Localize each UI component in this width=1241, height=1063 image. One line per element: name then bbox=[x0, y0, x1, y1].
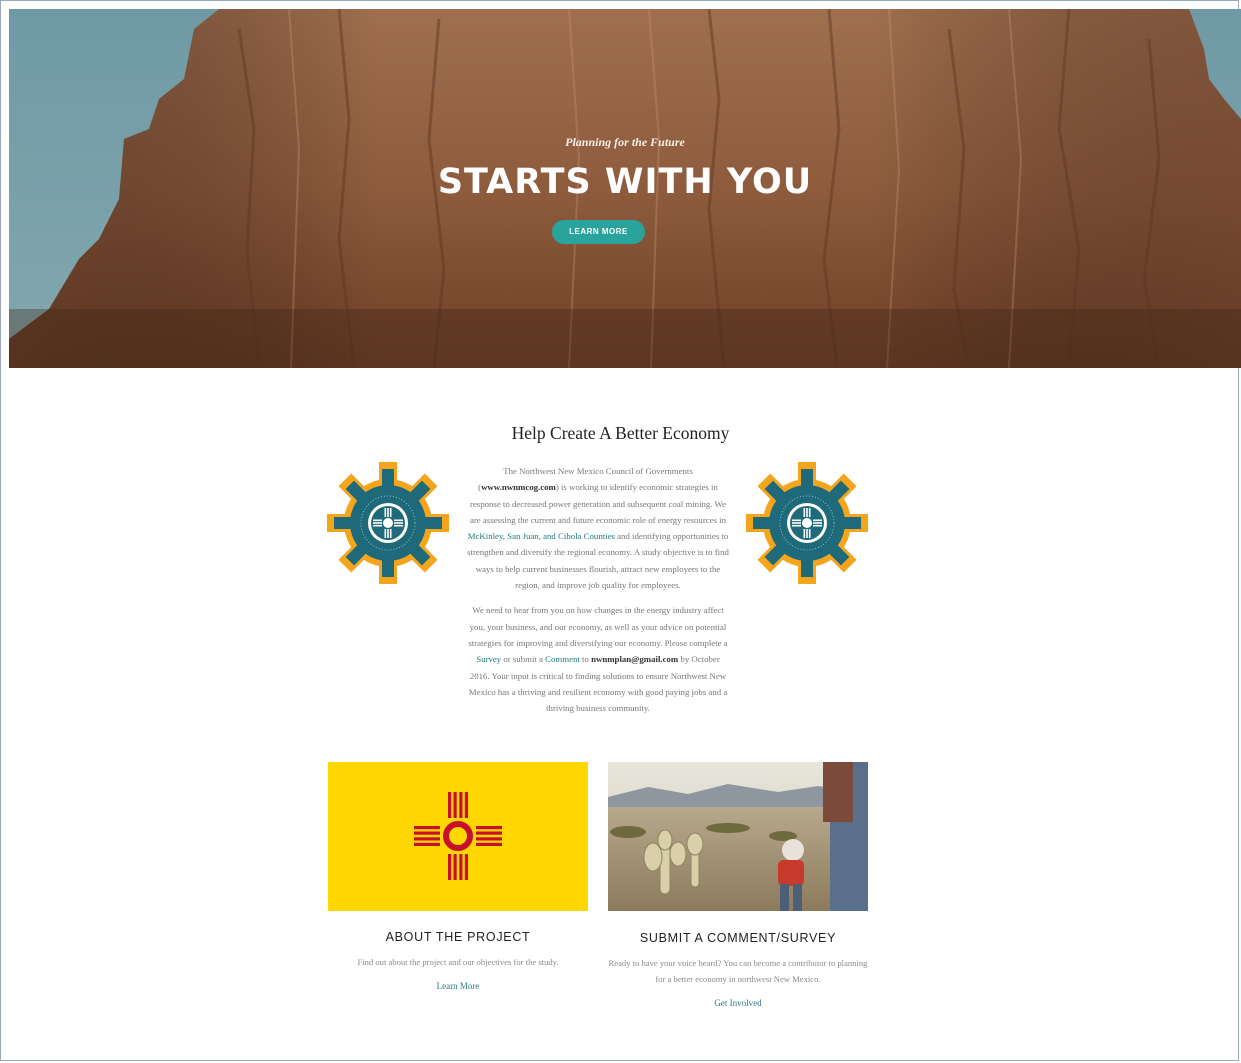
hero-banner: Planning for the Future STARTS WITH YOU … bbox=[9, 9, 1241, 368]
counties-link[interactable]: McKinley, San Juan, and Cibola Counties bbox=[468, 531, 615, 541]
intro-text-run: to bbox=[579, 654, 592, 665]
zia-gear-logo-icon bbox=[327, 462, 449, 584]
contact-email[interactable]: nwnmplan@gmail.com bbox=[591, 654, 678, 664]
desert-family-photo[interactable] bbox=[608, 762, 868, 911]
learn-more-button[interactable]: LEARN MORE bbox=[552, 220, 645, 244]
comment-link[interactable]: Comment bbox=[545, 654, 580, 664]
survey-link[interactable]: Survey bbox=[476, 654, 501, 664]
submit-comment-title: SUBMIT A COMMENT/SURVEY bbox=[639, 931, 837, 945]
intro-text-run: or submit a bbox=[501, 654, 546, 665]
learn-more-link[interactable]: Learn More bbox=[328, 981, 588, 991]
zia-gear-logo-icon bbox=[746, 462, 868, 584]
new-mexico-flag-icon bbox=[414, 792, 502, 880]
intro-text-run: We need to hear from you on how changes … bbox=[468, 605, 728, 648]
intro-paragraph-2: We need to hear from you on how changes … bbox=[466, 602, 730, 716]
intro-paragraph-1: The Northwest New Mexico Council of Gove… bbox=[466, 463, 730, 593]
nwnmcog-site-link[interactable]: www.nwnmcog.com bbox=[481, 482, 556, 492]
section-title: Help Create A Better Economy bbox=[511, 423, 730, 443]
new-mexico-flag-image[interactable] bbox=[328, 762, 588, 911]
hero-title: STARTS WITH YOU bbox=[437, 162, 813, 202]
about-project-description: Find out about the project and our objec… bbox=[357, 957, 559, 967]
get-involved-link[interactable]: Get Involved bbox=[608, 998, 868, 1008]
submit-comment-description: Ready to have your voice heard? You can … bbox=[608, 958, 868, 984]
hero-tagline: Planning for the Future bbox=[565, 135, 685, 149]
intro-text: The Northwest New Mexico Council of Gove… bbox=[466, 463, 730, 725]
about-project-title: ABOUT THE PROJECT bbox=[385, 930, 531, 944]
desert-family-photo-graphic bbox=[608, 762, 868, 911]
